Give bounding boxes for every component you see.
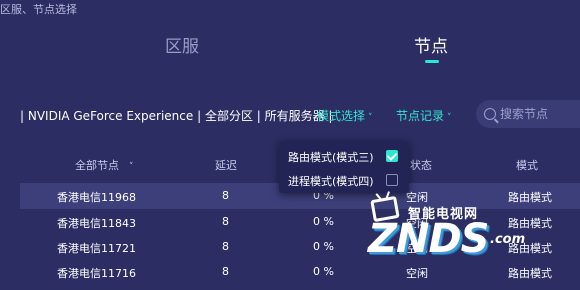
node-name: 香港电信11843 — [57, 217, 136, 230]
znds-watermark: 智能电视网 ZNDS .com — [368, 188, 548, 268]
watermark-domain-text: .com — [490, 232, 526, 247]
mode-select-label: 模式选择 — [317, 109, 366, 123]
search-box[interactable] — [476, 100, 580, 128]
node-load: 0 % — [313, 265, 334, 278]
column-header-node[interactable]: 全部节点 ˅ — [75, 157, 134, 173]
mode-option-route-checkbox[interactable] — [386, 150, 398, 162]
column-header-latency[interactable]: 延迟 — [215, 157, 237, 173]
node-name: 香港电信11721 — [57, 242, 136, 255]
mode-option-process-checkbox[interactable] — [386, 174, 398, 186]
chevron-down-icon: ˅ — [129, 162, 134, 172]
watermark-logo-text: ZNDS — [368, 216, 489, 262]
node-name: 香港电信11716 — [57, 267, 136, 280]
tab-node[interactable]: 节点 — [414, 36, 448, 58]
chevron-down-icon: ˅ — [368, 113, 373, 123]
column-header-status: 状态 — [410, 159, 432, 172]
node-latency: 8 — [222, 215, 229, 228]
node-record-dropdown[interactable]: 节点记录 ˅ — [396, 107, 452, 124]
search-input[interactable] — [500, 107, 580, 121]
node-latency: 8 — [222, 265, 229, 278]
mode-select-popup: 路由模式(模式三) 进程模式(模式四) — [279, 141, 409, 193]
column-header-mode: 模式 — [516, 159, 538, 172]
node-load: 0 % — [313, 240, 334, 253]
node-load: 0 % — [313, 215, 334, 228]
mode-select-dropdown[interactable]: 模式选择 ˅ — [317, 107, 373, 124]
node-latency: 8 — [222, 189, 229, 202]
chevron-down-icon: ˅ — [447, 113, 452, 123]
tab-region[interactable]: 区服 — [165, 36, 199, 58]
mode-option-process[interactable]: 进程模式(模式四) — [288, 173, 374, 189]
window-title: 区服、节点选择 — [0, 3, 77, 16]
search-icon — [484, 108, 496, 120]
column-header-node-label: 全部节点 — [75, 159, 119, 172]
node-name: 香港电信11968 — [57, 191, 136, 204]
filter-breadcrumb: | NVIDIA GeForce Experience | 全部分区 | 所有服… — [20, 109, 333, 123]
node-record-label: 节点记录 — [396, 109, 445, 123]
mode-option-route[interactable]: 路由模式(模式三) — [288, 149, 374, 165]
node-latency: 8 — [222, 240, 229, 253]
active-tab-indicator — [425, 60, 439, 63]
